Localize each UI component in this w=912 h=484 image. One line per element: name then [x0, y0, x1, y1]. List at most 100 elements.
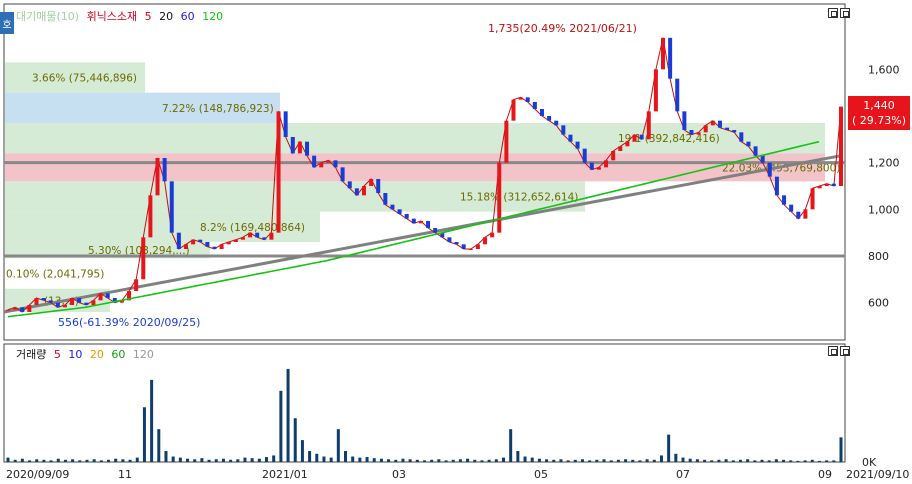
volume-bar: [681, 457, 685, 462]
volume-bar: [358, 457, 362, 462]
candle: [191, 239, 196, 245]
volume-bar: [545, 459, 549, 462]
volume-bar: [387, 459, 391, 462]
volume-bar: [602, 459, 606, 462]
side-tab[interactable]: 호: [0, 12, 14, 34]
volume-bar: [767, 460, 771, 462]
x-axis-label: 07: [676, 468, 690, 481]
volume-bar: [178, 457, 182, 462]
candle: [354, 188, 359, 196]
volume-bar: [638, 460, 642, 462]
legend-item-ma20[interactable]: 20: [159, 10, 173, 23]
volume-bar: [200, 458, 204, 462]
price-pane-close-icon[interactable]: [840, 8, 850, 18]
legend-item-vol20[interactable]: 20: [90, 348, 104, 361]
volume-bar: [760, 459, 764, 462]
volume-bar: [645, 459, 649, 462]
legend-item-vol10[interactable]: 10: [68, 348, 82, 361]
candle: [390, 204, 395, 210]
legend-item-ma120[interactable]: 120: [202, 10, 223, 23]
price-axis-label: 800: [868, 250, 889, 263]
price-axis-label: 600: [868, 297, 889, 310]
candle: [340, 167, 345, 182]
x-axis-label: 11: [118, 468, 132, 481]
volume-bar: [782, 459, 786, 462]
candle: [255, 232, 260, 238]
candle: [34, 298, 39, 305]
volume-bar: [753, 460, 757, 462]
volume-bar: [49, 460, 53, 462]
current-price-tag: 1,440 ( 29.73%): [848, 96, 910, 130]
candle: [661, 37, 666, 70]
volume-bar: [537, 458, 541, 462]
candle: [561, 125, 566, 135]
volume-bar: [796, 460, 800, 462]
candle: [162, 158, 167, 182]
legend-item-vol5[interactable]: 5: [54, 348, 61, 361]
volume-legend: 거래량 5 10 20 60 120: [16, 346, 158, 362]
volume-bar: [293, 418, 297, 462]
candle: [475, 244, 480, 249]
candle: [433, 228, 438, 233]
volume-bar: [580, 459, 584, 462]
candle: [183, 244, 188, 249]
volume-bar: [789, 460, 793, 462]
volume-bar: [135, 457, 139, 462]
candle: [169, 181, 174, 233]
price-legend: 대기매물(10) 휘닉스소재 5 20 60 120: [16, 8, 227, 24]
candle: [604, 160, 609, 168]
legend-item-vol120[interactable]: 120: [133, 348, 154, 361]
volume-pane-close-icon[interactable]: [840, 346, 850, 356]
candle: [525, 97, 530, 102]
volume-bar: [631, 459, 635, 462]
volume-bar: [243, 457, 247, 462]
candle: [490, 232, 495, 238]
volume-bar: [710, 460, 714, 462]
candle: [134, 279, 139, 291]
candle: [703, 125, 708, 133]
legend-item-supply[interactable]: 대기매물(10): [16, 10, 79, 23]
volume-bar: [616, 459, 620, 462]
legend-item-ma60[interactable]: 60: [181, 10, 195, 23]
volume-bar: [724, 459, 728, 462]
candle: [397, 209, 402, 214]
volume-bar: [458, 459, 462, 462]
volume-bar: [408, 459, 412, 462]
candle: [226, 242, 231, 245]
volume-bar: [28, 460, 32, 462]
candle: [376, 179, 381, 193]
chart-canvas[interactable]: 3.66% (75,446,896)7.22% (148,786,923)19.…: [0, 0, 912, 484]
volume-bar: [609, 460, 613, 462]
candle: [426, 221, 431, 228]
volume-bar: [466, 458, 470, 462]
price-pane-maximize-icon[interactable]: [828, 8, 838, 18]
volume-bar: [437, 459, 441, 462]
legend-item-vol60[interactable]: 60: [111, 348, 125, 361]
candle: [41, 298, 46, 301]
candle: [710, 120, 715, 126]
candle: [632, 134, 637, 142]
candle: [361, 186, 366, 196]
candle: [518, 97, 523, 100]
candle: [653, 69, 658, 112]
volume-bar: [85, 459, 89, 462]
price-axis-label: 1,600: [868, 63, 900, 76]
volume-bar: [308, 451, 312, 462]
volume-bar: [207, 459, 211, 462]
legend-item-stock[interactable]: 휘닉스소재: [87, 10, 138, 23]
volume-bar: [501, 457, 505, 462]
volume-bar: [272, 455, 276, 462]
volume-bar: [394, 459, 398, 462]
candle: [219, 244, 224, 249]
volume-bar: [257, 458, 261, 462]
volume-bar: [839, 437, 843, 462]
candle: [689, 130, 694, 135]
legend-item-volume[interactable]: 거래량: [16, 348, 46, 361]
candle: [824, 183, 829, 186]
legend-item-ma5[interactable]: 5: [145, 10, 152, 23]
candle: [803, 209, 808, 219]
volume-pane-maximize-icon[interactable]: [828, 346, 838, 356]
candle: [639, 134, 644, 140]
volume-bar: [559, 459, 563, 462]
volume-bar: [42, 459, 46, 462]
